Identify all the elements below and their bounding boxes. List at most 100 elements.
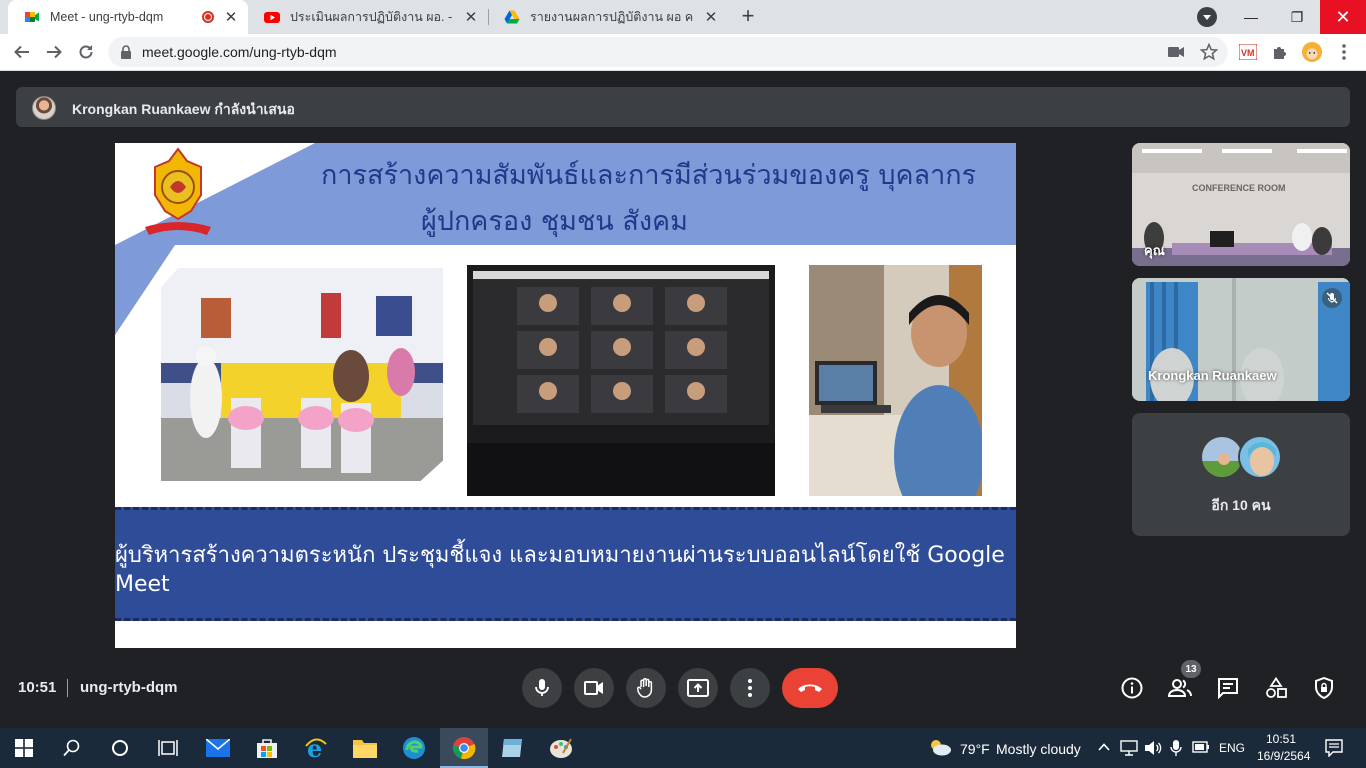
internet-explorer-icon: e [305,736,327,760]
present-screen-button[interactable] [678,668,718,708]
meeting-clock: 10:51 [18,679,57,696]
taskbar-store[interactable] [243,728,291,768]
tab-drive[interactable]: รายงานผลการปฏิบัติงาน ผอ ครั้งที่ 2.mp4 … [488,0,728,34]
network-icon[interactable] [1120,740,1138,756]
start-button[interactable] [0,728,48,768]
windows-logo-icon [15,739,33,757]
participant-count-badge: 13 [1181,660,1201,678]
more-vert-icon [748,679,752,697]
youtube-icon [264,12,280,23]
close-tab-icon[interactable]: ✕ [224,8,238,26]
notification-center-icon[interactable] [1325,739,1343,757]
search-icon [63,739,80,757]
taskbar-chrome[interactable] [440,728,488,768]
weather-cloud-icon[interactable] [928,738,952,756]
participant-name: Krongkan Ruankaew [1148,368,1277,383]
tab-meet[interactable]: Meet - ung-rtyb-dqm ✕ [8,0,248,34]
profile-avatar[interactable] [1302,42,1322,62]
participant-tile-self[interactable]: CONFERENCE ROOM คุณ [1132,143,1350,266]
slide-caption-band: ผู้บริหารสร้างความตระหนัก ประชุมชี้แจง แ… [115,507,1016,621]
slide-title-line-2: ผู้ปกครอง ชุมชน สังคม [421,206,688,237]
taskbar-file-explorer[interactable] [341,728,389,768]
info-icon [1121,677,1143,699]
slide-photo-meeting-room [158,265,446,484]
taskbar-clock-time[interactable]: 10:51 [1266,732,1296,746]
battery-icon[interactable] [1192,741,1210,753]
vm-extension-icon[interactable]: VM [1238,42,1258,62]
browser-tab-strip: Meet - ung-rtyb-dqm ✕ ประเมินผลการปฏิบัต… [0,0,1366,34]
cortana-button[interactable] [96,728,144,768]
search-button[interactable] [48,728,96,768]
call-end-icon [798,684,822,692]
chrome-icon [453,737,476,760]
taskbar-mail[interactable] [194,728,242,768]
tab-title: ประเมินผลการปฏิบัติงาน ผอ. - YouTube [290,10,454,24]
arrow-left-icon [14,45,29,59]
task-view-icon [158,740,178,756]
shield-lock-icon [1315,677,1333,699]
tab-youtube[interactable]: ประเมินผลการปฏิบัติงาน ผอ. - YouTube ✕ [248,0,488,34]
cortana-circle-icon [112,740,128,756]
svg-text:VM: VM [1241,48,1255,58]
microphone-button[interactable] [522,668,562,708]
taskbar-edge[interactable] [390,728,438,768]
chrome-menu-button[interactable] [1334,42,1354,62]
close-tab-icon[interactable]: ✕ [704,8,718,26]
recording-indicator-icon [202,11,214,23]
participant-avatar [1238,435,1282,479]
taskbar-paint[interactable] [537,728,585,768]
extensions-puzzle-icon[interactable] [1270,42,1290,62]
participant-tile-others[interactable]: อีก 10 คน [1132,413,1350,536]
more-options-button[interactable] [730,668,770,708]
google-drive-icon [504,10,520,24]
divider [67,679,68,697]
folder-icon [353,740,377,758]
tab-title: รายงานผลการปฏิบัติงาน ผอ ครั้งที่ 2.mp4 [530,10,694,24]
people-button[interactable] [1168,676,1192,700]
taskbar-internet-explorer[interactable]: e [292,728,340,768]
lock-icon[interactable] [120,45,132,59]
address-bar[interactable]: meet.google.com/ung-rtyb-dqm [108,37,1228,67]
tab-search-button[interactable] [1197,7,1217,27]
mail-icon [206,739,230,757]
presentation-slide: การสร้างความสัมพันธ์และการมีส่วนร่วมของค… [115,143,1016,648]
meeting-details-button[interactable] [1120,676,1144,700]
reload-button[interactable] [74,40,98,64]
microphone-in-use-icon[interactable] [1170,739,1182,757]
slide-photo-video-call-laptop [467,265,775,496]
url-text: meet.google.com/ung-rtyb-dqm [142,44,337,60]
back-button[interactable] [10,40,34,64]
minimize-button[interactable]: — [1228,0,1274,34]
raise-hand-button[interactable] [626,668,666,708]
restore-button[interactable]: ❐ [1274,0,1320,34]
activities-button[interactable] [1264,676,1288,700]
chevron-up-icon[interactable] [1098,742,1110,752]
store-bag-icon [257,739,277,758]
people-icon [1168,679,1192,697]
leave-call-button[interactable] [782,668,838,708]
weather-temperature[interactable]: 79°F [960,741,990,757]
chat-button[interactable] [1216,676,1240,700]
taskbar-clock-date[interactable]: 16/9/2564 [1257,749,1310,763]
taskbar-app[interactable] [488,728,536,768]
new-tab-button[interactable]: + [736,4,760,28]
volume-icon[interactable] [1144,740,1162,756]
presenter-banner: Krongkan Ruankaew กำลังนำเสนอ [16,87,1350,127]
notes-app-icon [502,739,522,757]
host-controls-button[interactable] [1312,676,1336,700]
google-meet-icon [25,12,39,22]
camera-in-use-icon[interactable] [1168,45,1184,59]
mic-off-icon [1322,288,1342,308]
close-tab-icon[interactable]: ✕ [464,8,478,26]
forward-button[interactable] [42,40,66,64]
others-count-label: อีก 10 คน [1211,497,1271,513]
participant-tile-krongkan[interactable]: Krongkan Ruankaew [1132,278,1350,401]
bookmark-star-icon[interactable] [1200,43,1218,61]
close-window-button[interactable]: ✕ [1320,0,1366,34]
task-view-button[interactable] [144,728,192,768]
weather-description[interactable]: Mostly cloudy [996,741,1081,757]
school-emblem-logo [145,147,211,235]
input-language[interactable]: ENG [1219,741,1245,755]
more-vert-icon [1342,44,1346,60]
camera-button[interactable] [574,668,614,708]
